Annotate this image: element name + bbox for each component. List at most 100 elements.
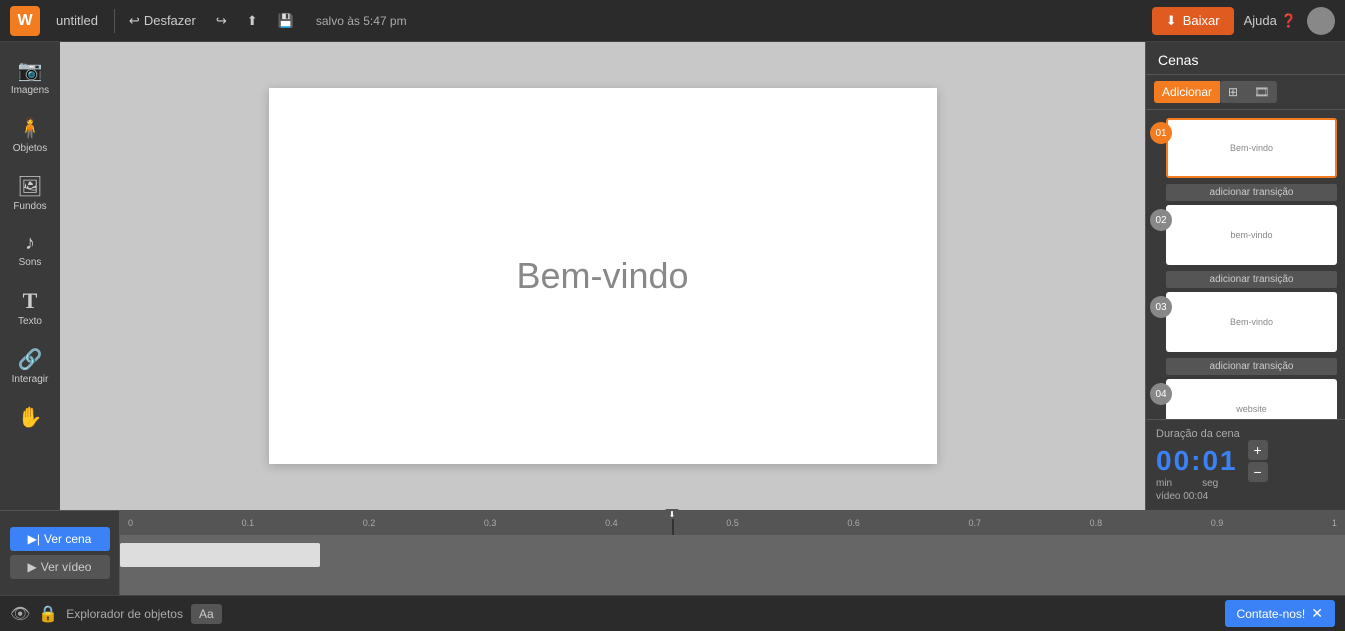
bottom-bar: 👁 🔒 Explorador de objetos Aa Contate-nos… — [0, 595, 1345, 631]
sidebar-item-texto[interactable]: T Texto — [0, 280, 60, 335]
help-label: Ajuda — [1244, 13, 1277, 28]
font-button[interactable]: Aa — [191, 604, 222, 624]
timeline-ruler: 0 0.1 0.2 0.3 0.4 0.5 0.6 0.7 0.8 0.9 1 … — [120, 511, 1345, 595]
scene-number-2: 02 — [1150, 209, 1172, 231]
playhead-marker: ⬇ — [665, 509, 679, 519]
lock-icon[interactable]: 🔒 — [38, 604, 58, 624]
add-transition-1[interactable]: adicionar transição — [1166, 184, 1337, 201]
tab-adicionar[interactable]: Adicionar — [1154, 81, 1220, 103]
redo-button[interactable]: ↪ — [210, 9, 233, 33]
music-icon: ♪ — [25, 232, 35, 255]
camera-icon: 📷 — [18, 58, 43, 83]
right-sidebar: Cenas Adicionar ⊞ 🎞 01 Bem-vindo adicion… — [1145, 42, 1345, 510]
sidebar-item-imagens[interactable]: 📷 Imagens — [0, 50, 60, 104]
track-area[interactable] — [120, 535, 1345, 595]
ver-cena-label: Ver cena — [44, 532, 91, 546]
ver-video-button[interactable]: ▶ Ver vídeo — [10, 555, 110, 579]
save-button[interactable]: 💾 — [272, 9, 300, 33]
scene-thumb-text-1: Bem-vindo — [1230, 143, 1273, 153]
play-video-icon: ▶ — [28, 560, 37, 574]
ruler-bar[interactable]: 0 0.1 0.2 0.3 0.4 0.5 0.6 0.7 0.8 0.9 1 … — [120, 511, 1345, 535]
scene-thumb-text-3: Bem-vindo — [1230, 317, 1273, 327]
main-area: 📷 Imagens 🧍 Objetos 🖼 Fundos ♪ Sons T Te… — [0, 42, 1345, 510]
contate-button[interactable]: Contate-nos! ✕ — [1225, 600, 1335, 627]
add-transition-2[interactable]: adicionar transição — [1166, 271, 1337, 288]
avatar[interactable] — [1307, 7, 1335, 35]
eye-icon[interactable]: 👁 — [10, 604, 30, 624]
ruler-marks: 0 0.1 0.2 0.3 0.4 0.5 0.6 0.7 0.8 0.9 1 — [124, 518, 1341, 528]
scene-thumb-text-4: website — [1236, 404, 1267, 414]
help-section: Ajuda ❓ — [1244, 13, 1297, 29]
explorer-label: Explorador de objetos — [66, 607, 183, 621]
track-block — [120, 543, 320, 567]
ver-video-label: Ver vídeo — [41, 560, 92, 574]
duration-units: min seg — [1156, 478, 1335, 489]
scene-thumb-2[interactable]: bem-vindo — [1166, 205, 1337, 265]
playhead[interactable]: ⬇ — [672, 511, 674, 535]
scene-thumb-text-2: bem-vindo — [1230, 230, 1272, 240]
timeline-left: ▶| Ver cena ▶ Ver vídeo — [0, 511, 120, 595]
scene-thumb-4[interactable]: website — [1166, 379, 1337, 419]
left-sidebar: 📷 Imagens 🧍 Objetos 🖼 Fundos ♪ Sons T Te… — [0, 42, 60, 510]
help-icon[interactable]: ❓ — [1281, 13, 1297, 29]
scene-item-4[interactable]: 04 website — [1154, 379, 1337, 419]
undo-button[interactable]: ↩ Desfazer — [123, 9, 202, 33]
add-transition-3[interactable]: adicionar transição — [1166, 358, 1337, 375]
sidebar-item-sons[interactable]: ♪ Sons — [0, 224, 60, 276]
scenes-tabs: Adicionar ⊞ 🎞 — [1146, 75, 1345, 110]
canvas-frame: Bem-vindo — [269, 88, 937, 464]
duration-controls: 00:01 + − — [1156, 440, 1335, 482]
scene-item-2[interactable]: 02 bem-vindo — [1154, 205, 1337, 265]
sidebar-label-sons: Sons — [19, 257, 42, 268]
timeline-section: ▶| Ver cena ▶ Ver vídeo 0 0.1 0.2 0.3 0.… — [0, 510, 1345, 595]
download-icon: ⬇ — [1166, 13, 1177, 29]
redo-icon: ↪ — [216, 13, 227, 29]
contate-label: Contate-nos! — [1237, 607, 1306, 621]
download-button[interactable]: ⬇ Baixar — [1152, 7, 1234, 35]
duration-decrease[interactable]: − — [1248, 462, 1268, 482]
download-label: Baixar — [1183, 13, 1220, 28]
ver-cena-button[interactable]: ▶| Ver cena — [10, 527, 110, 551]
scene-item-3[interactable]: 03 Bem-vindo — [1154, 292, 1337, 352]
duration-section: Duração da cena 00:01 + − min seg vídeo … — [1146, 419, 1345, 510]
sidebar-item-interagir[interactable]: 🔗 Interagir — [0, 339, 60, 393]
scene-item-1[interactable]: 01 Bem-vindo — [1154, 118, 1337, 178]
topbar-right: ⬇ Baixar Ajuda ❓ — [1152, 7, 1335, 35]
scene-thumb-1[interactable]: Bem-vindo — [1166, 118, 1337, 178]
canvas-area: Bem-vindo — [60, 42, 1145, 510]
sidebar-label-imagens: Imagens — [11, 85, 49, 96]
sidebar-label-texto: Texto — [18, 316, 42, 327]
sidebar-label-interagir: Interagir — [12, 374, 49, 385]
sidebar-label-fundos: Fundos — [13, 201, 46, 212]
landscape-icon: 🖼 — [17, 174, 42, 199]
text-icon: T — [23, 288, 38, 314]
scene-thumb-3[interactable]: Bem-vindo — [1166, 292, 1337, 352]
close-icon[interactable]: ✕ — [1311, 605, 1323, 622]
min-label: min — [1156, 478, 1172, 489]
sidebar-label-objetos: Objetos — [13, 143, 47, 154]
separator — [114, 9, 115, 33]
tab-film[interactable]: 🎞 — [1246, 81, 1277, 103]
undo-icon: ↩ — [129, 13, 140, 29]
play-cena-icon: ▶| — [28, 532, 40, 546]
logo[interactable]: W — [10, 6, 40, 36]
sidebar-item-move[interactable]: ✋ — [0, 397, 60, 438]
undo-label: Desfazer — [144, 13, 196, 28]
duration-time: 00:01 — [1156, 445, 1238, 477]
document-title: untitled — [48, 13, 106, 28]
scene-number-4: 04 — [1150, 383, 1172, 405]
save-status: salvo às 5:47 pm — [308, 14, 415, 28]
scenes-list: 01 Bem-vindo adicionar transição 02 bem-… — [1146, 110, 1345, 419]
tab-grid[interactable]: ⊞ — [1220, 81, 1246, 103]
duration-increase[interactable]: + — [1248, 440, 1268, 460]
save-icon: 💾 — [278, 13, 294, 29]
link-icon: 🔗 — [18, 347, 43, 372]
duration-label: Duração da cena — [1156, 428, 1335, 440]
sidebar-item-objetos[interactable]: 🧍 Objetos — [0, 108, 60, 162]
scenes-header: Cenas — [1146, 42, 1345, 75]
scene-number-3: 03 — [1150, 296, 1172, 318]
canvas-content-text: Bem-vindo — [516, 255, 688, 297]
timeline-controls: ▶| Ver cena ▶ Ver vídeo 0 0.1 0.2 0.3 0.… — [0, 511, 1345, 595]
sidebar-item-fundos[interactable]: 🖼 Fundos — [0, 166, 60, 220]
share-button[interactable]: ⬆ — [241, 9, 264, 33]
